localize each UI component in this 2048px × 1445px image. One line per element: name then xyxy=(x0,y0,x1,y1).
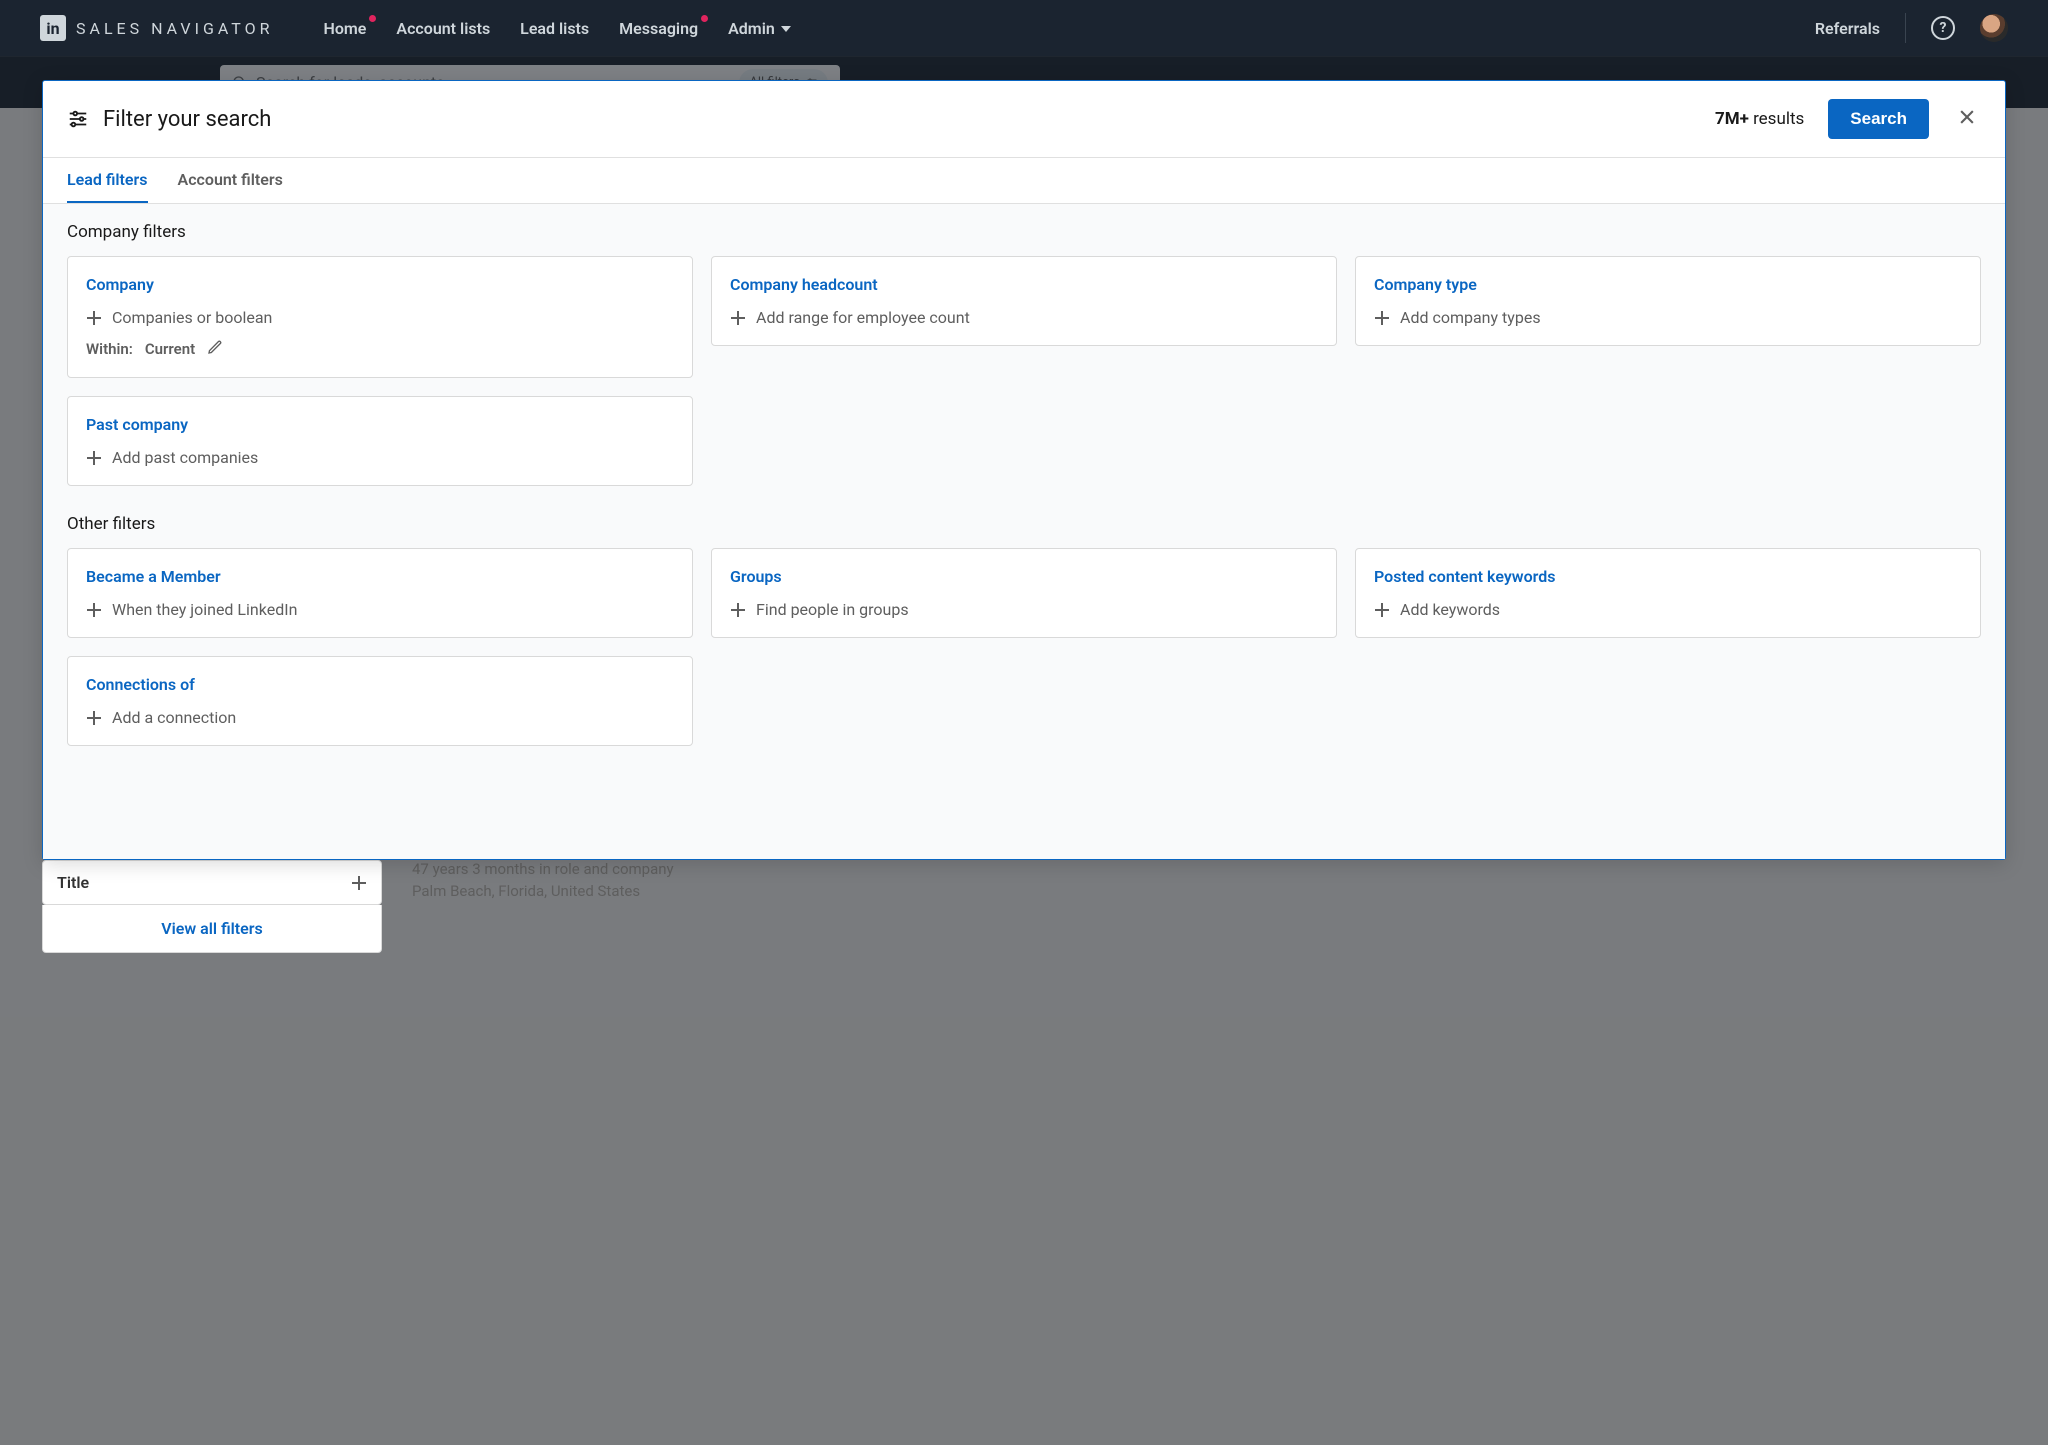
card-title: Company headcount xyxy=(730,275,1318,294)
filter-card-past-company[interactable]: Past company Add past companies xyxy=(67,396,693,486)
view-all-filters-button[interactable]: View all filters xyxy=(42,905,382,953)
filter-title-row[interactable]: Title xyxy=(42,860,382,905)
filter-title-label: Title xyxy=(57,873,89,892)
close-button[interactable] xyxy=(1953,103,1981,135)
section-title-other: Other filters xyxy=(67,514,1981,534)
plus-icon xyxy=(351,875,367,891)
linkedin-logo-icon: in xyxy=(40,15,66,41)
add-company-type-action[interactable]: Add company types xyxy=(1374,308,1962,327)
add-company-action[interactable]: Companies or boolean xyxy=(86,308,674,327)
card-title: Became a Member xyxy=(86,567,674,586)
nav-lead-lists[interactable]: Lead lists xyxy=(520,19,589,38)
notification-dot-icon xyxy=(701,15,708,22)
add-connection-action[interactable]: Add a connection xyxy=(86,708,674,727)
card-title: Past company xyxy=(86,415,674,434)
result-count: 7M+ results xyxy=(1715,109,1804,129)
plus-icon xyxy=(86,710,102,726)
pencil-icon xyxy=(207,339,223,355)
card-title: Company xyxy=(86,275,674,294)
modal-title: Filter your search xyxy=(103,107,271,132)
filter-modal: Filter your search 7M+ results Search Le… xyxy=(42,80,2006,860)
card-title: Company type xyxy=(1374,275,1962,294)
nav-messaging[interactable]: Messaging xyxy=(619,19,698,38)
plus-icon xyxy=(1374,310,1390,326)
help-icon[interactable]: ? xyxy=(1931,16,1955,40)
filter-card-connections-of[interactable]: Connections of Add a connection xyxy=(67,656,693,746)
snippet-role: 47 years 3 months in role and company xyxy=(412,860,1996,878)
tab-account-filters[interactable]: Account filters xyxy=(178,158,283,203)
add-keywords-action[interactable]: Add keywords xyxy=(1374,600,1962,619)
nav-account-lists[interactable]: Account lists xyxy=(396,19,490,38)
section-title-company: Company filters xyxy=(67,222,1981,242)
within-row: Within: Current xyxy=(86,339,674,359)
add-headcount-action[interactable]: Add range for employee count xyxy=(730,308,1318,327)
modal-header: Filter your search 7M+ results Search xyxy=(43,81,2005,158)
search-button[interactable]: Search xyxy=(1828,99,1929,139)
brand[interactable]: in SALES NAVIGATOR xyxy=(40,15,274,41)
nav-home[interactable]: Home xyxy=(324,19,367,38)
plus-icon xyxy=(1374,602,1390,618)
plus-icon xyxy=(730,602,746,618)
plus-icon xyxy=(86,310,102,326)
tab-lead-filters[interactable]: Lead filters xyxy=(67,158,148,203)
brand-text: SALES NAVIGATOR xyxy=(76,19,274,38)
add-past-company-action[interactable]: Add past companies xyxy=(86,448,674,467)
filter-card-posted-keywords[interactable]: Posted content keywords Add keywords xyxy=(1355,548,1981,638)
filter-card-company[interactable]: Company Companies or boolean Within: Cur… xyxy=(67,256,693,378)
snippet-location: Palm Beach, Florida, United States xyxy=(412,882,1996,900)
edit-within-button[interactable] xyxy=(207,339,223,359)
nav-referrals[interactable]: Referrals xyxy=(1815,19,1880,38)
nav-admin[interactable]: Admin xyxy=(728,19,791,38)
close-icon xyxy=(1957,107,1977,127)
plus-icon xyxy=(86,602,102,618)
divider xyxy=(1905,13,1906,43)
chevron-down-icon xyxy=(781,26,791,32)
avatar[interactable] xyxy=(1980,14,2008,42)
card-title: Connections of xyxy=(86,675,674,694)
top-nav: in SALES NAVIGATOR Home Account lists Le… xyxy=(0,0,2048,56)
filter-card-became-member[interactable]: Became a Member When they joined LinkedI… xyxy=(67,548,693,638)
plus-icon xyxy=(730,310,746,326)
filter-card-headcount[interactable]: Company headcount Add range for employee… xyxy=(711,256,1337,346)
card-title: Groups xyxy=(730,567,1318,586)
result-snippet: 47 years 3 months in role and company Pa… xyxy=(402,860,2006,1445)
background-content: Title View all filters 47 years 3 months… xyxy=(42,840,2006,1445)
modal-body: Company filters Company Companies or boo… xyxy=(43,204,2005,859)
filter-card-groups[interactable]: Groups Find people in groups xyxy=(711,548,1337,638)
plus-icon xyxy=(86,450,102,466)
filter-card-company-type[interactable]: Company type Add company types xyxy=(1355,256,1981,346)
card-title: Posted content keywords xyxy=(1374,567,1962,586)
add-groups-action[interactable]: Find people in groups xyxy=(730,600,1318,619)
modal-tabs: Lead filters Account filters xyxy=(43,158,2005,204)
sliders-icon xyxy=(67,108,89,130)
notification-dot-icon xyxy=(369,15,376,22)
add-member-date-action[interactable]: When they joined LinkedIn xyxy=(86,600,674,619)
